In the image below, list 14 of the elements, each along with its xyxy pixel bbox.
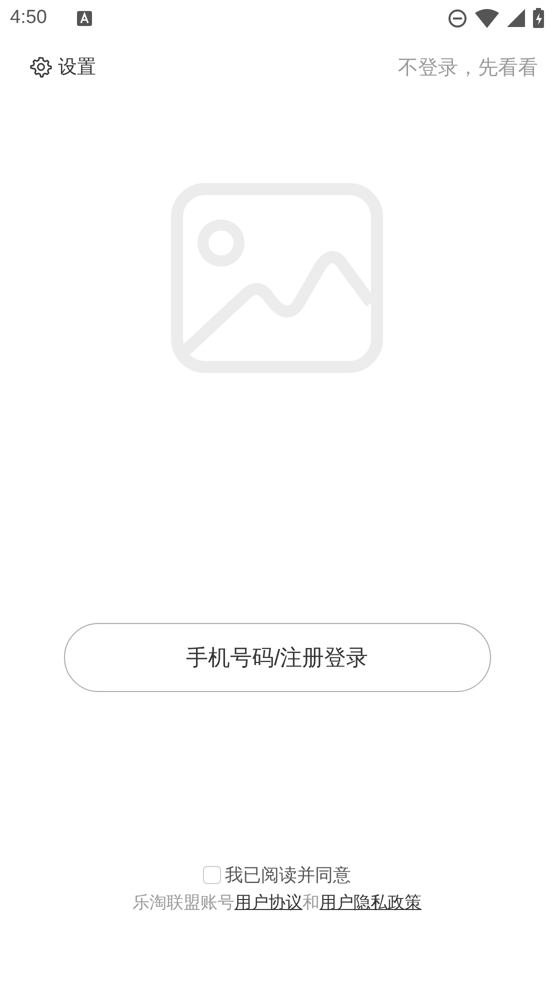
wifi-icon xyxy=(475,8,499,28)
agreement-text: 乐淘联盟账号用户协议和用户隐私政策 xyxy=(132,892,422,914)
agree-label: 我已阅读并同意 xyxy=(225,864,351,887)
status-time: 4:50 xyxy=(10,7,47,29)
user-agreement-link[interactable]: 用户协议 xyxy=(234,893,302,912)
settings-button[interactable]: 设置 xyxy=(30,54,96,80)
notification-icon xyxy=(76,10,92,26)
signal-icon xyxy=(507,9,525,27)
do-not-disturb-icon xyxy=(448,8,467,28)
privacy-policy-link[interactable]: 用户隐私政策 xyxy=(320,893,422,912)
phone-login-button[interactable]: 手机号码/注册登录 xyxy=(64,623,490,692)
agree-checkbox[interactable] xyxy=(203,866,221,884)
battery-icon xyxy=(533,8,544,28)
settings-icon xyxy=(30,56,52,78)
